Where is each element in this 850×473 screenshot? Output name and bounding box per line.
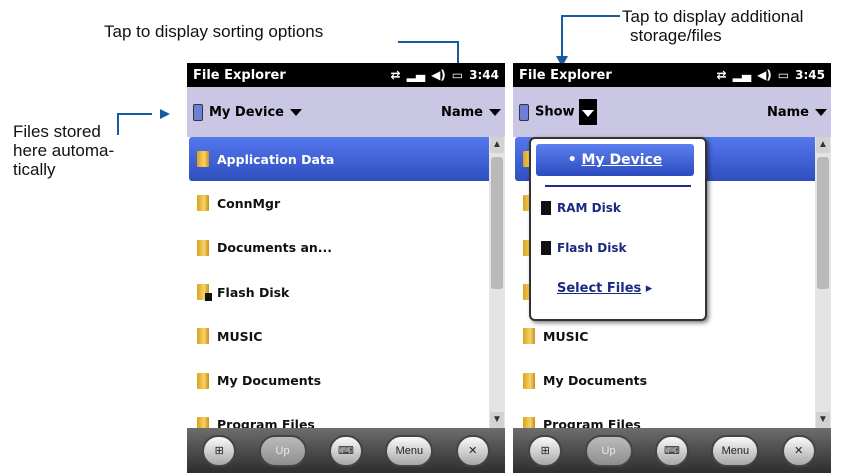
- battery-icon[interactable]: ▭: [452, 68, 463, 82]
- location-label: My Device: [209, 104, 284, 120]
- item-label: Application Data: [217, 151, 335, 167]
- item-label: MUSIC: [543, 328, 589, 344]
- scrollbar[interactable]: ▲ ▼: [489, 137, 505, 428]
- windows-start-icon[interactable]: ⊞: [528, 434, 563, 467]
- signal-icon[interactable]: ▂▄: [733, 68, 751, 82]
- list-item[interactable]: Application Data: [189, 137, 493, 182]
- sort-label: Name: [766, 104, 809, 120]
- menu-button[interactable]: Menu: [385, 434, 434, 467]
- show-dropdown-button[interactable]: [578, 99, 597, 125]
- ram-disk-label: RAM Disk: [557, 201, 621, 215]
- clock[interactable]: 3:45: [795, 68, 825, 82]
- clock[interactable]: 3:44: [469, 68, 499, 82]
- device-icon: [519, 103, 529, 121]
- sorting-callout: Tap to display sorting options: [104, 22, 324, 41]
- list-item[interactable]: MUSIC: [187, 314, 505, 358]
- storage-callout-line2: storage/files: [630, 26, 722, 45]
- storage-card-icon: [541, 241, 551, 255]
- list-item[interactable]: Flash Disk: [187, 270, 505, 314]
- chevron-down-icon: [815, 108, 827, 116]
- close-icon[interactable]: ✕: [781, 434, 816, 467]
- file-list: Application Data ConnMgr Documents an...…: [187, 137, 505, 433]
- chevron-down-icon: [489, 108, 501, 116]
- keyboard-icon[interactable]: ⌨: [654, 434, 689, 467]
- battery-icon[interactable]: ▭: [778, 68, 789, 82]
- folder-icon: [197, 239, 209, 256]
- sort-dropdown[interactable]: Name: [767, 105, 827, 120]
- volume-icon[interactable]: ◀): [431, 68, 446, 82]
- close-icon[interactable]: ✕: [455, 434, 490, 467]
- menu-item-select-files[interactable]: Select Files ▸: [557, 281, 652, 296]
- storage-callout-line1: Tap to display additional: [622, 7, 804, 26]
- device-icon: [193, 103, 203, 121]
- folder-icon: [197, 195, 209, 212]
- item-label: ConnMgr: [217, 195, 281, 211]
- left-screen: File Explorer ⇄ ▂▄ ◀) ▭ 3:44 My Device N…: [187, 63, 505, 473]
- list-item[interactable]: Documents an...: [187, 226, 505, 270]
- show-label: Show: [535, 104, 575, 120]
- list-item[interactable]: My Documents: [513, 358, 831, 402]
- sort-dropdown[interactable]: Name: [441, 105, 501, 120]
- folder-icon: [197, 151, 209, 168]
- storage-popup-menu: • My Device RAM Disk Flash Disk Select F…: [529, 137, 707, 321]
- location-bar: My Device Name: [187, 87, 505, 137]
- item-label: My Documents: [543, 373, 648, 389]
- flash-disk-label: Flash Disk: [557, 241, 627, 255]
- soft-key-bar: ⊞ Up ⌨ Menu ✕: [187, 428, 505, 473]
- keyboard-icon[interactable]: ⌨: [328, 434, 363, 467]
- select-files-label: Select Files: [557, 281, 642, 296]
- files-callout-line2: here automa-: [13, 141, 115, 160]
- folder-icon: [523, 372, 535, 389]
- item-label: Documents an...: [217, 240, 333, 256]
- folder-icon: [197, 328, 209, 345]
- connection-icon[interactable]: ⇄: [391, 68, 401, 82]
- up-button[interactable]: Up: [584, 434, 633, 467]
- app-title: File Explorer: [519, 67, 612, 83]
- storage-card-folder-icon: [197, 284, 212, 302]
- connection-icon[interactable]: ⇄: [717, 68, 727, 82]
- menu-item-my-device[interactable]: • My Device: [536, 144, 694, 176]
- sort-label: Name: [440, 104, 483, 120]
- windows-start-icon[interactable]: ⊞: [202, 434, 237, 467]
- location-dropdown[interactable]: My Device: [209, 105, 302, 120]
- scroll-down-icon[interactable]: ▼: [490, 412, 504, 428]
- signal-icon[interactable]: ▂▄: [407, 68, 425, 82]
- menu-divider: [545, 185, 691, 187]
- right-screen: File Explorer ⇄ ▂▄ ◀) ▭ 3:45 Show Name M…: [513, 63, 831, 473]
- folder-icon: [523, 328, 535, 345]
- menu-item-flash-disk[interactable]: Flash Disk: [541, 241, 626, 255]
- item-label: Flash Disk: [217, 284, 290, 300]
- scroll-up-icon[interactable]: ▲: [816, 137, 830, 153]
- item-label: My Documents: [217, 373, 322, 389]
- status-bar: File Explorer ⇄ ▂▄ ◀) ▭ 3:45: [513, 63, 831, 87]
- folder-icon: [197, 372, 209, 389]
- files-callout-line3: tically: [13, 160, 56, 179]
- chevron-down-icon: [581, 110, 594, 117]
- scroll-up-icon[interactable]: ▲: [490, 137, 504, 153]
- scrollbar[interactable]: ▲ ▼: [815, 137, 831, 428]
- app-title: File Explorer: [193, 67, 286, 83]
- list-item[interactable]: ConnMgr: [187, 181, 505, 225]
- location-bar: Show Name: [513, 87, 831, 137]
- item-label: MUSIC: [217, 328, 263, 344]
- chevron-down-icon: [290, 108, 302, 116]
- volume-icon[interactable]: ◀): [757, 68, 772, 82]
- soft-key-bar: ⊞ Up ⌨ Menu ✕: [513, 428, 831, 473]
- scroll-thumb[interactable]: [491, 157, 503, 289]
- list-item[interactable]: My Documents: [187, 358, 505, 402]
- status-bar: File Explorer ⇄ ▂▄ ◀) ▭ 3:44: [187, 63, 505, 87]
- files-callout-line1: Files stored: [13, 122, 101, 141]
- up-button[interactable]: Up: [258, 434, 307, 467]
- storage-card-icon: [541, 201, 551, 215]
- scroll-thumb[interactable]: [817, 157, 829, 289]
- my-device-label: My Device: [581, 152, 663, 168]
- show-dropdown[interactable]: Show: [535, 99, 597, 125]
- scroll-down-icon[interactable]: ▼: [816, 412, 830, 428]
- menu-button[interactable]: Menu: [711, 434, 760, 467]
- menu-item-ram-disk[interactable]: RAM Disk: [541, 201, 621, 215]
